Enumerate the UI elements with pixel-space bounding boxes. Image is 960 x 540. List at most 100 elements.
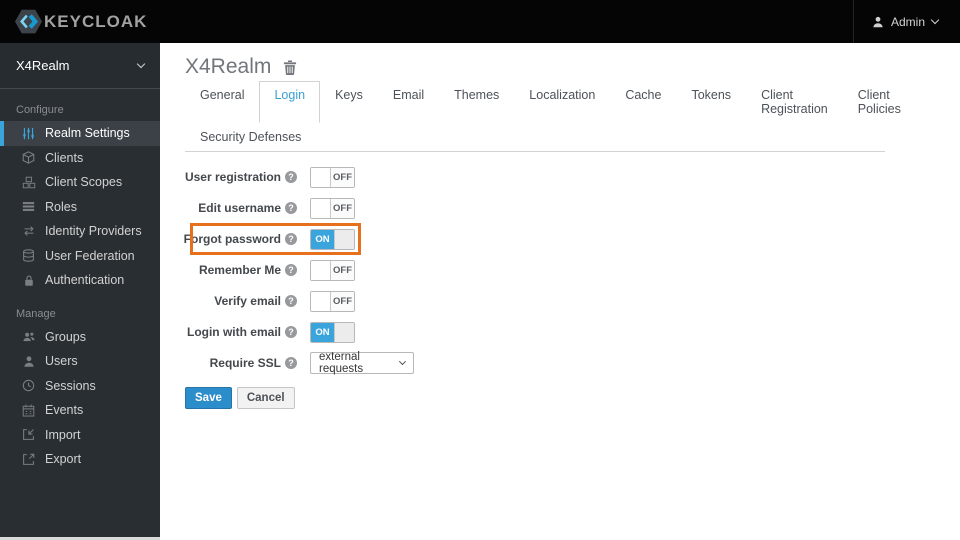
sidebar-item-sessions[interactable]: Sessions [0,374,160,399]
exchange-icon [21,225,36,237]
form-label-text: Require SSL [209,356,281,370]
form-label-text: Edit username [198,201,281,215]
form-row-require-ssl: Require SSL? external requests [185,351,414,375]
tab-localization[interactable]: Localization [514,81,610,123]
login-settings-form: User registration? OFF Edit username? OFF Fo… [183,166,960,409]
tab-tokens[interactable]: Tokens [676,81,746,123]
sidebar-item-authentication[interactable]: Authentication [0,268,160,293]
sidebar-item-label: Events [45,403,84,418]
sidebar-item-realm-settings[interactable]: Realm Settings [0,121,160,146]
save-button[interactable]: Save [185,387,232,409]
users-icon [21,331,36,343]
export-icon [21,453,36,466]
tab-email[interactable]: Email [378,81,439,123]
form-row-edit-username: Edit username? OFF [185,197,355,219]
sidebar-item-identity-providers[interactable]: Identity Providers [0,219,160,244]
sidebar-item-label: User Federation [45,248,135,263]
admin-label: Admin [890,14,925,29]
sidebar-item-label: Authentication [45,273,125,288]
form-label-text: Forgot password [183,232,281,246]
toggle-state-label: ON [311,322,334,342]
sidebar-item-label: Realm Settings [45,126,130,141]
login-with-email-toggle[interactable]: ON [310,321,355,343]
sidebar-item-label: Users [45,354,78,369]
realm-selector[interactable]: X4Realm [0,43,160,89]
question-circle-icon[interactable]: ? [285,171,297,183]
require-ssl-select[interactable]: external requests [310,351,414,375]
trash-icon[interactable] [283,59,297,75]
question-circle-icon[interactable]: ? [285,326,297,338]
tab-client-policies[interactable]: Client Policies [843,81,916,123]
person-icon [872,16,884,28]
toggle-knob [311,198,331,218]
select-value: external requests [319,351,364,375]
question-circle-icon[interactable]: ? [285,233,297,245]
sidebar-item-label: Roles [45,199,77,214]
edit-username-toggle[interactable]: OFF [310,197,355,219]
form-label: Remember Me? [185,263,297,277]
form-row-verify-email: Verify email? OFF [185,290,355,312]
form-row-user-registration: User registration? OFF [185,166,355,188]
sidebar-item-label: Client Scopes [45,175,123,190]
admin-menu[interactable]: Admin [852,0,960,43]
sidebar-nav: Configure Realm Settings Clients Client Sco… [0,104,160,472]
sidebar-item-import[interactable]: Import [0,423,160,448]
question-circle-icon[interactable]: ? [285,264,297,276]
cancel-button[interactable]: Cancel [236,387,295,409]
sidebar-item-label: Identity Providers [45,224,142,239]
form-row-remember-me: Remember Me? OFF [185,259,355,281]
sidebar-item-roles[interactable]: Roles [0,195,160,220]
sidebar-item-client-scopes[interactable]: Client Scopes [0,170,160,195]
verify-email-toggle[interactable]: OFF [310,290,355,312]
toggle-knob [334,322,354,342]
sidebar-item-label: Clients [45,150,84,165]
remember-me-toggle[interactable]: OFF [310,259,355,281]
toggle-state-label: OFF [331,260,354,280]
forgot-password-toggle[interactable]: ON [310,228,355,250]
sidebar-item-label: Export [45,452,82,467]
tab-themes[interactable]: Themes [439,81,514,123]
realm-selector-label: X4Realm [16,58,70,73]
question-circle-icon[interactable]: ? [285,357,297,369]
user-registration-toggle[interactable]: OFF [310,166,355,188]
form-row-forgot-password: Forgot password? ON [183,223,361,255]
nav-section-label: Manage [16,307,56,320]
database-icon [21,249,36,262]
sidebar-item-groups[interactable]: Groups [0,325,160,350]
tab-security-defenses[interactable]: Security Defenses [185,123,316,151]
toggle-knob [311,167,331,187]
sidebar-item-events[interactable]: Events [0,398,160,423]
question-circle-icon[interactable]: ? [285,295,297,307]
brand-text: KEYCLOAK [44,11,148,31]
sidebar-item-user-federation[interactable]: User Federation [0,244,160,269]
tab-client-registration[interactable]: Client Registration [746,81,843,123]
form-label: Verify email? [185,294,297,308]
tab-general[interactable]: General [185,81,259,123]
toggle-knob [311,291,331,311]
main-content: X4Realm General Login Keys Email Themes Local… [160,43,960,540]
clock-icon [21,379,36,392]
form-label-text: Verify email [214,294,281,308]
user-icon [21,355,36,368]
chevron-down-icon [930,15,940,24]
form-row-login-with-email: Login with email? ON [185,321,355,343]
toggle-knob [311,260,331,280]
cube-icon [21,151,36,165]
form-label: Login with email? [185,325,297,339]
tab-cache[interactable]: Cache [610,81,676,123]
keycloak-logo[interactable]: KEYCLOAK [0,8,147,35]
form-buttons: Save Cancel [185,387,960,409]
toggle-state-label: OFF [331,167,354,187]
sliders-icon [21,127,36,140]
tab-keys[interactable]: Keys [320,81,378,123]
top-nav: KEYCLOAK Admin [0,0,960,43]
sidebar-item-users[interactable]: Users [0,349,160,374]
sidebar-item-clients[interactable]: Clients [0,146,160,171]
sidebar: X4Realm Configure Realm Settings Clients Cl… [0,43,160,537]
tab-login[interactable]: Login [259,81,321,123]
keycloak-hexagon-icon [15,8,42,35]
question-circle-icon[interactable]: ? [285,202,297,214]
sidebar-item-export[interactable]: Export [0,447,160,472]
toggle-knob [334,229,354,249]
title-row: X4Realm [185,55,960,79]
